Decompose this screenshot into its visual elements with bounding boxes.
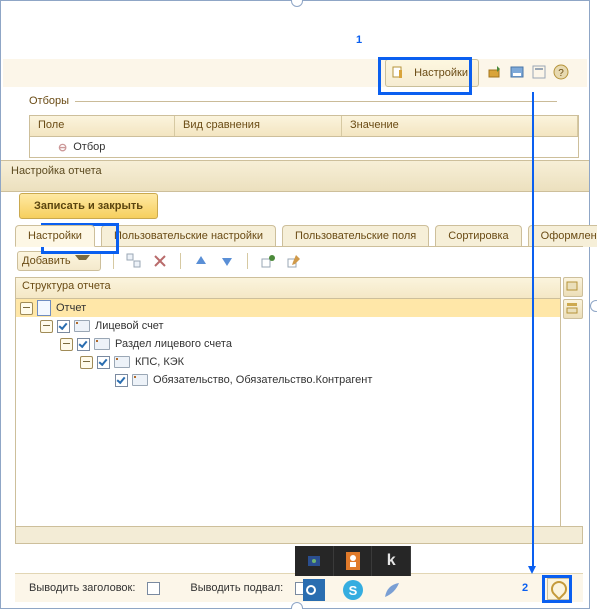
side-btn-1[interactable]: [563, 277, 583, 297]
tab-user-settings[interactable]: Пользовательские настройки: [101, 225, 276, 247]
group-icon[interactable]: [126, 253, 142, 269]
structure-tree[interactable]: Отчет Лицевой счет Раздел лицевого счета: [15, 298, 561, 542]
add-label: Добавить: [22, 255, 71, 267]
window: Настройки ? Отборы Поле Вид сравнения Зн…: [0, 0, 590, 609]
filters-section: Отборы Поле Вид сравнения Значение ⊖ Отб…: [29, 95, 579, 158]
tree-row[interactable]: Обязательство, Обязательство.Контрагент: [16, 371, 560, 389]
checkbox[interactable]: [115, 374, 128, 387]
move-up-icon[interactable]: [193, 253, 209, 269]
actions-toolbar: Добавить: [15, 251, 583, 271]
collapse-icon: ⊖: [58, 141, 67, 154]
output-header-label: Выводить заголовок:: [29, 582, 135, 594]
tabs-underline: [15, 246, 583, 247]
tab-sorting[interactable]: Сортировка: [435, 225, 521, 247]
move-down-icon[interactable]: [219, 253, 235, 269]
dropdown-icon: [75, 255, 90, 267]
tab-user-fields[interactable]: Пользовательские поля: [282, 225, 429, 247]
tree-label: Обязательство, Обязательство.Контрагент: [153, 374, 372, 386]
toggle-icon[interactable]: [60, 338, 73, 351]
taskbar-k[interactable]: k: [372, 546, 411, 576]
filters-header-row: Поле Вид сравнения Значение: [29, 115, 579, 137]
top-toolbar: Настройки ?: [3, 59, 587, 87]
checkbox[interactable]: [57, 320, 70, 333]
save-close-button[interactable]: Записать и закрыть: [19, 193, 158, 219]
checkbox[interactable]: [97, 356, 110, 369]
app-frame: Настройки ? Отборы Поле Вид сравнения Зн…: [0, 0, 597, 609]
col-value: Значение: [342, 116, 578, 136]
tab-bar: Настройки Пользовательские настройки Пол…: [15, 225, 583, 247]
tree-label: Лицевой счет: [95, 320, 164, 332]
document-icon: [37, 300, 51, 316]
struct-edit-icon[interactable]: [286, 253, 302, 269]
checkbox[interactable]: [77, 338, 90, 351]
taskbar-pin-icon[interactable]: [295, 546, 334, 576]
resize-handle-right[interactable]: [590, 300, 597, 312]
side-btn-2[interactable]: [563, 299, 583, 319]
svg-text:S: S: [349, 583, 358, 598]
form-settings-icon[interactable]: [531, 64, 547, 80]
output-footer-label: Выводить подвал:: [190, 582, 283, 594]
add-button[interactable]: Добавить: [17, 251, 101, 271]
skype-icon[interactable]: S: [334, 576, 373, 604]
struct-add-icon[interactable]: [260, 253, 276, 269]
toggle-icon[interactable]: [40, 320, 53, 333]
delete-icon[interactable]: [152, 253, 168, 269]
feather-icon[interactable]: [372, 576, 411, 604]
filter-row-label: Отбор: [73, 141, 105, 153]
col-comparison: Вид сравнения: [175, 116, 342, 136]
help-icon[interactable]: ?: [553, 64, 569, 80]
settings-label: Настройки: [414, 67, 468, 79]
group-icon: [94, 338, 110, 350]
tree-label: КПС, КЭК: [135, 356, 184, 368]
group-icon: [132, 374, 148, 386]
output-header-checkbox[interactable]: [147, 582, 160, 595]
tree-label: Отчет: [56, 302, 86, 314]
arrow-head-icon: [528, 566, 536, 574]
wrench-icon: [548, 578, 571, 601]
group-icon: [114, 356, 130, 368]
dialog-title: Настройка отчета: [1, 160, 589, 192]
wrench-button[interactable]: [547, 578, 571, 600]
tree-row[interactable]: КПС, КЭК: [16, 353, 560, 371]
outlook-icon[interactable]: [295, 576, 334, 604]
settings-button[interactable]: Настройки: [385, 59, 479, 87]
tree-label: Раздел лицевого счета: [115, 338, 232, 350]
group-icon: [74, 320, 90, 332]
toggle-icon[interactable]: [80, 356, 93, 369]
col-field: Поле: [30, 116, 175, 136]
horizontal-scrollbar[interactable]: [15, 526, 583, 544]
taskbar: k: [295, 546, 411, 576]
toggle-icon[interactable]: [20, 302, 33, 315]
svg-text:?: ?: [558, 68, 564, 79]
resize-handle-bottom[interactable]: [291, 602, 303, 609]
taskbar-app-icon[interactable]: [334, 546, 373, 576]
save-settings-icon[interactable]: [509, 64, 525, 80]
tab-settings[interactable]: Настройки: [15, 225, 95, 247]
tree-row-root[interactable]: Отчет: [16, 299, 560, 317]
load-settings-icon[interactable]: [487, 64, 503, 80]
settings-icon: [392, 65, 406, 79]
filters-heading: Отборы: [29, 95, 579, 107]
filter-row[interactable]: ⊖ Отбор: [29, 137, 579, 158]
tree-row[interactable]: Лицевой счет: [16, 317, 560, 335]
taskbar-lower: S: [295, 576, 411, 604]
tab-design[interactable]: Оформление: [528, 225, 597, 247]
tree-row[interactable]: Раздел лицевого счета: [16, 335, 560, 353]
